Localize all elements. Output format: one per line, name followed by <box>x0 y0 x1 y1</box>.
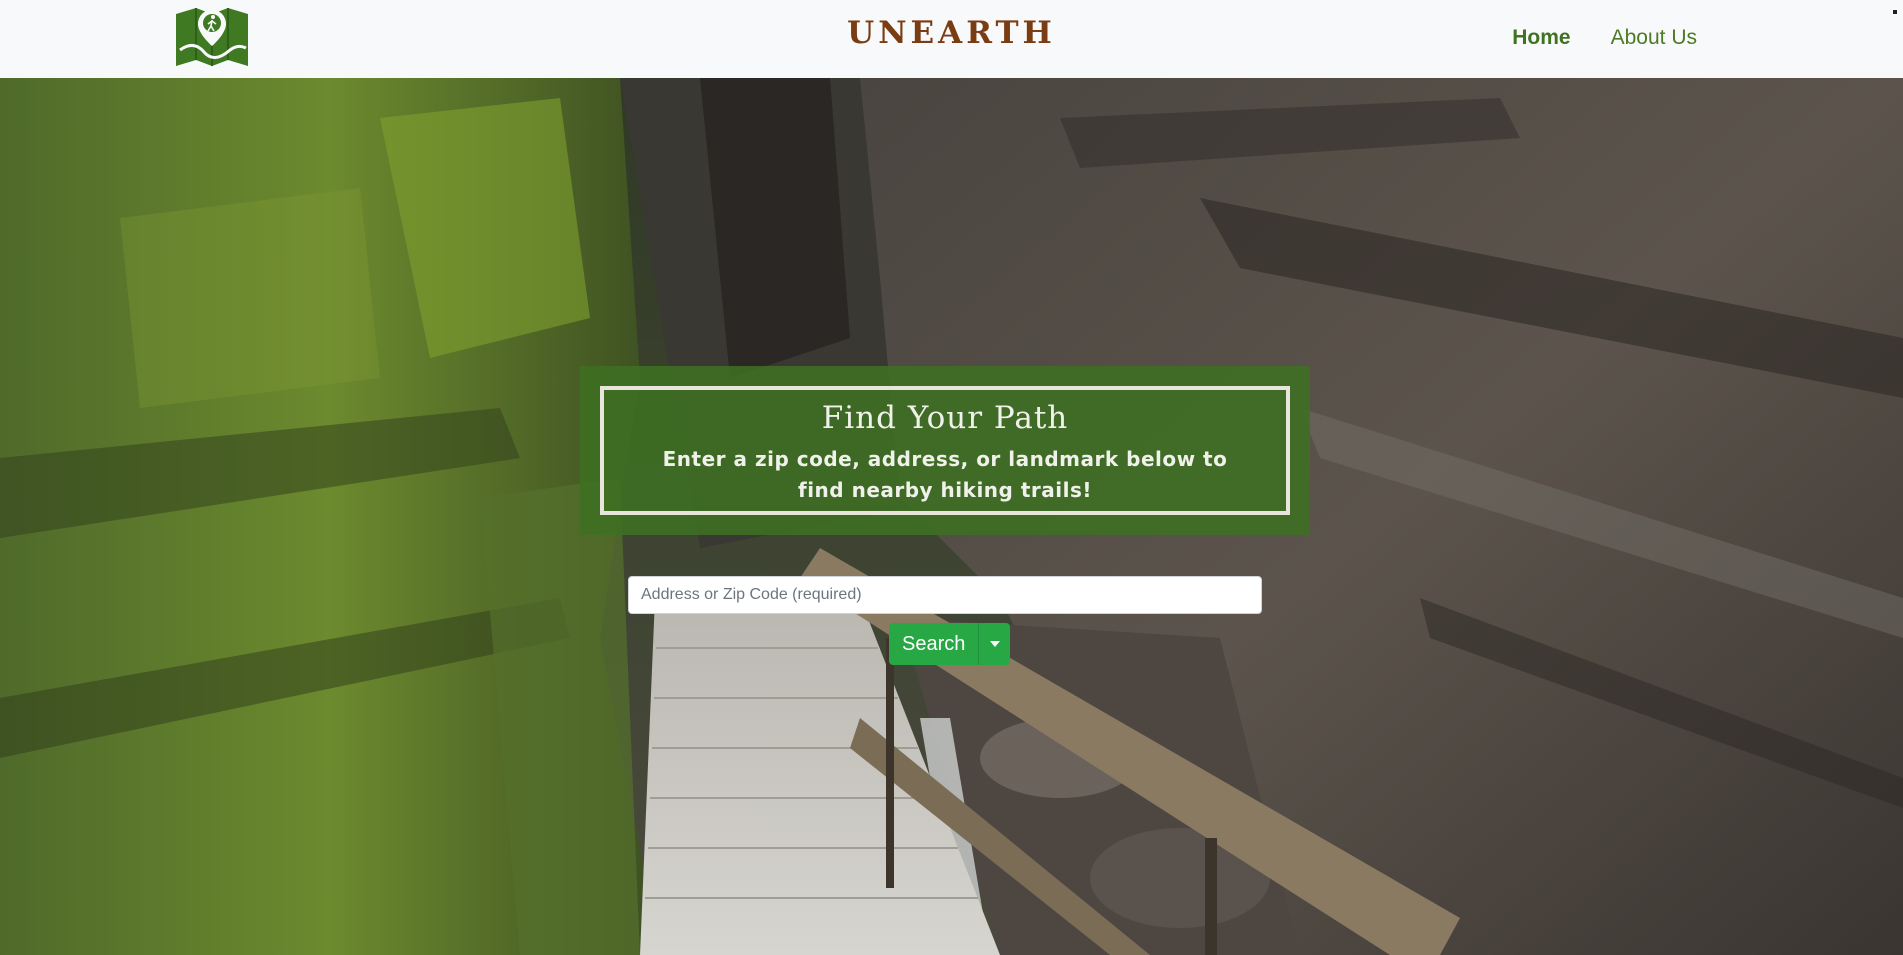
find-path-panel: Find Your Path Enter a zip code, address… <box>580 366 1310 535</box>
search-button[interactable]: Search <box>889 623 979 665</box>
find-path-panel-frame: Find Your Path Enter a zip code, address… <box>600 386 1290 515</box>
navbar: UNEARTH Home About Us <box>0 0 1903 78</box>
corner-marker <box>1893 10 1897 14</box>
page: UNEARTH Home About Us Find Your Path Ent… <box>0 0 1903 955</box>
search-button-group: Search <box>889 623 1011 665</box>
nav-about-link[interactable]: About Us <box>1611 26 1697 50</box>
nav-links: Home About Us <box>1512 26 1697 50</box>
panel-title: Find Your Path <box>821 400 1069 436</box>
caret-down-icon[interactable] <box>978 623 1011 665</box>
nav-home-link[interactable]: Home <box>1512 26 1570 50</box>
address-search-input[interactable] <box>628 576 1262 614</box>
panel-subtitle: Enter a zip code, address, or landmark b… <box>662 447 1228 502</box>
